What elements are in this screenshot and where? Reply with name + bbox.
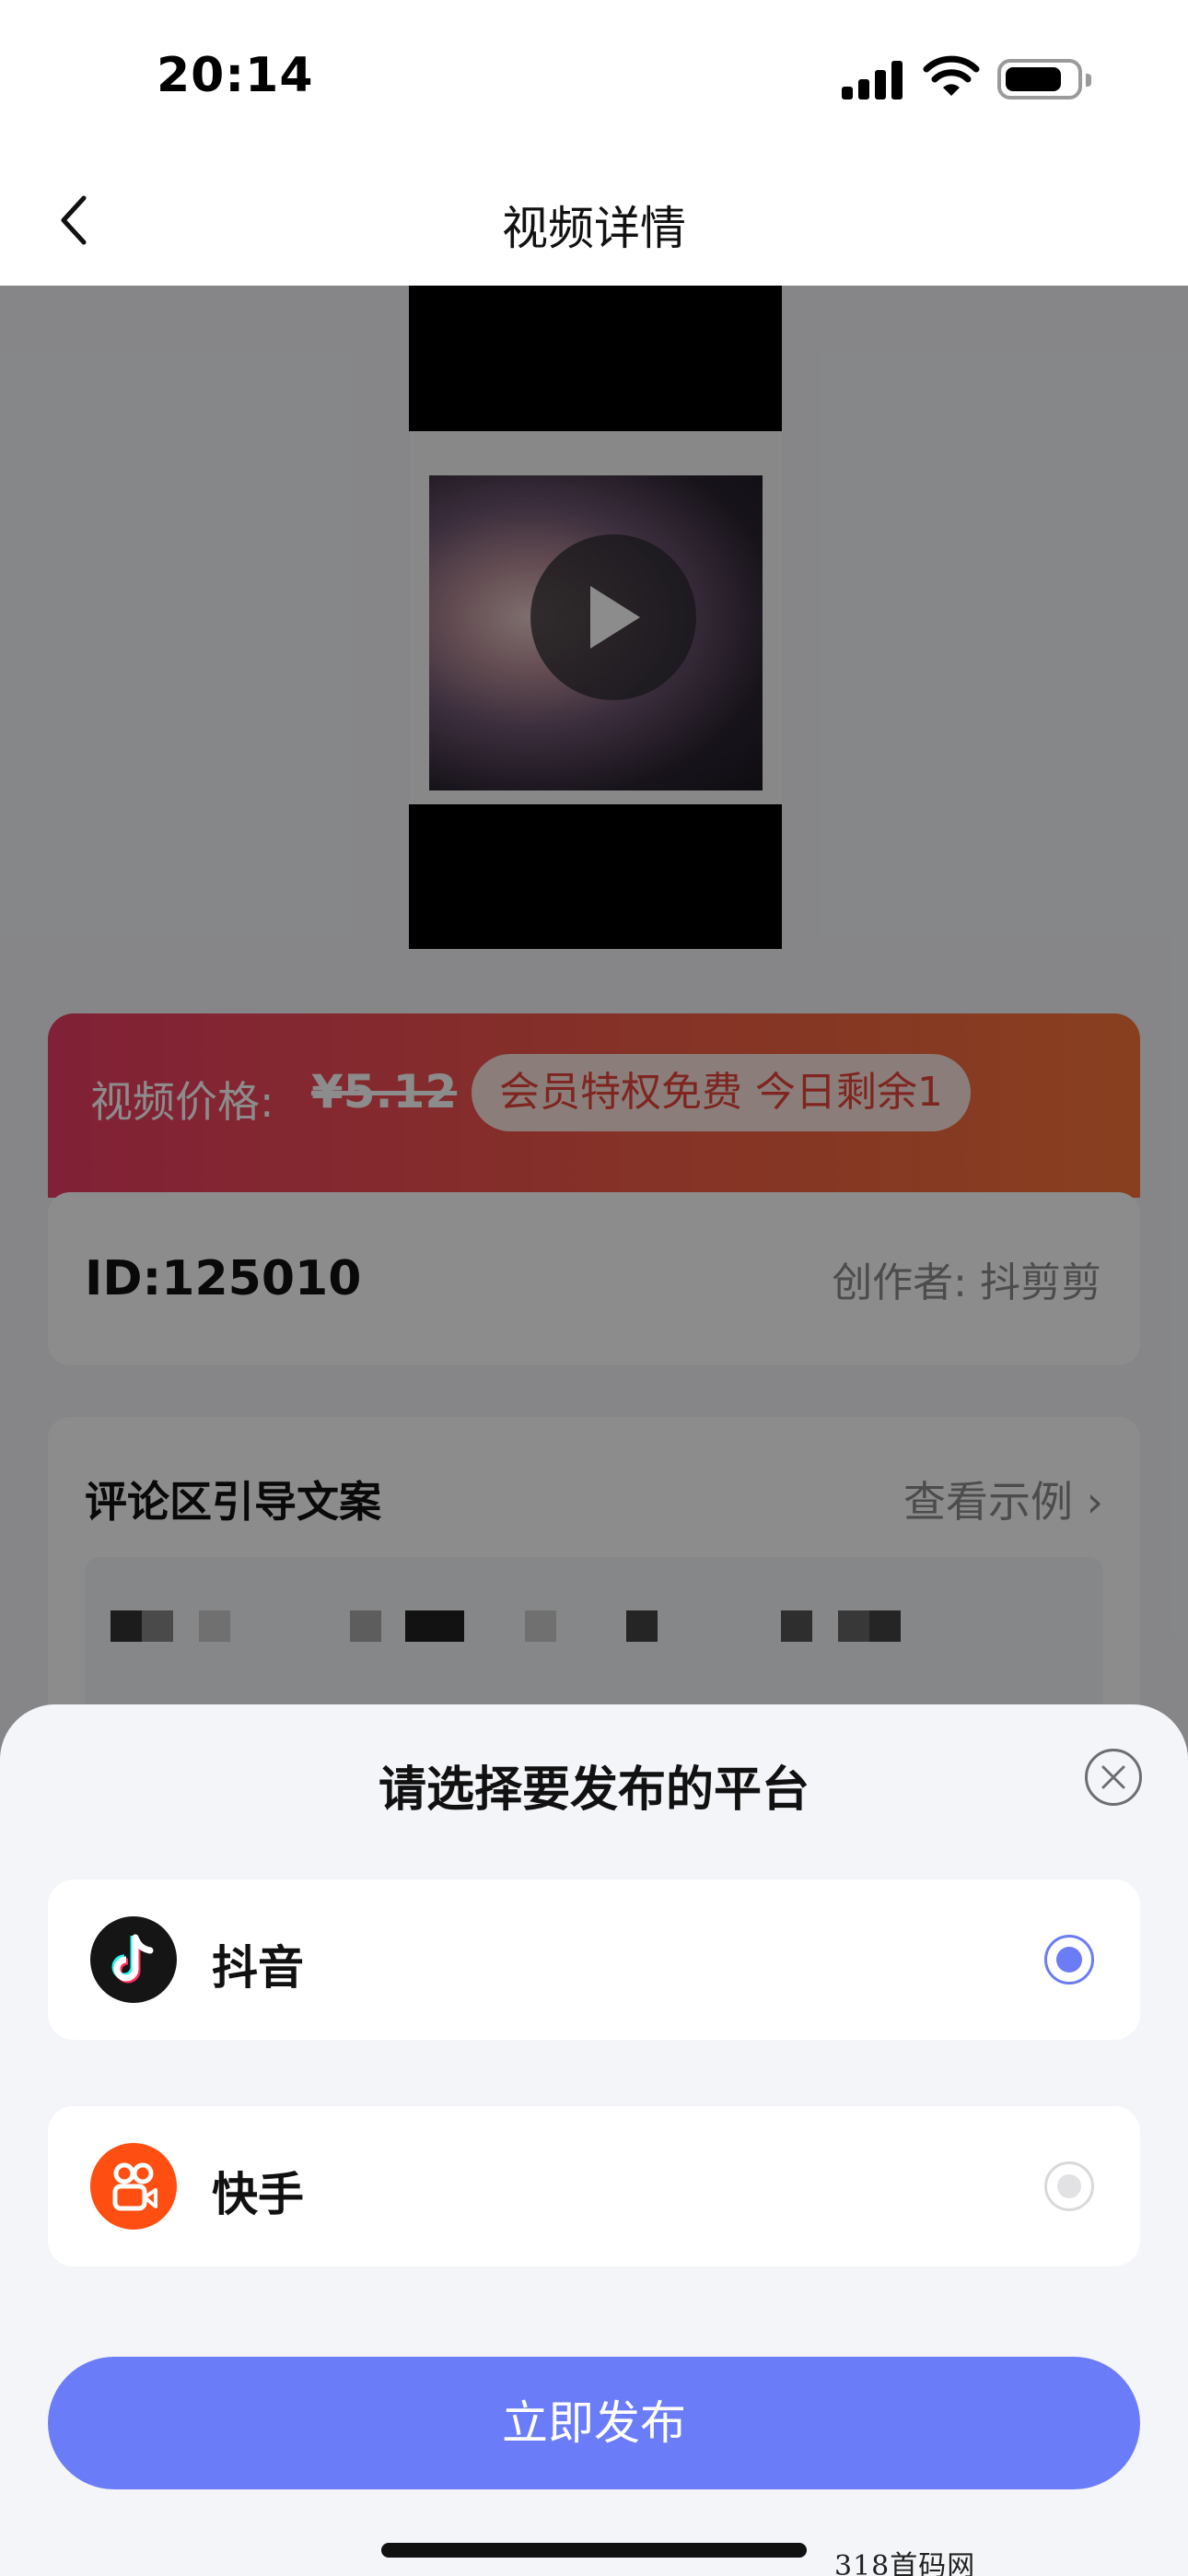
- close-icon: [1101, 1765, 1125, 1789]
- battery-icon: [997, 59, 1091, 100]
- radio-douyin-selected[interactable]: [1044, 1935, 1094, 1985]
- douyin-icon: [90, 1916, 177, 2003]
- cellular-signal-icon: [842, 61, 904, 100]
- nav-bar: 视频详情: [0, 157, 1188, 286]
- status-time: 20:14: [157, 48, 314, 103]
- sheet-title: 请选择要发布的平台: [378, 1762, 809, 1818]
- app-screen: 20:14 视频详情 视频价格: ¥5.12 会员特权免费 今日剩余1 ID:1…: [0, 0, 1188, 2576]
- status-bar: 20:14: [0, 0, 1188, 157]
- platform-label-kuaishou: 快手: [212, 2168, 304, 2221]
- home-indicator: [381, 2543, 807, 2558]
- kuaishou-icon: [90, 2143, 177, 2230]
- close-button[interactable]: [1085, 1749, 1142, 1806]
- platform-label-douyin: 抖音: [212, 1941, 304, 1995]
- publish-now-button[interactable]: 立即发布: [48, 2357, 1140, 2489]
- wifi-icon: [923, 55, 980, 96]
- page-title: 视频详情: [502, 202, 686, 255]
- platform-option-kuaishou[interactable]: 快手: [48, 2106, 1140, 2266]
- platform-select-sheet: 请选择要发布的平台 抖音 快手 立即发布: [0, 1704, 1188, 2576]
- watermark-text: 318首码网 www.e318.com: [834, 2550, 976, 2576]
- platform-option-douyin[interactable]: 抖音: [48, 1879, 1140, 2040]
- radio-kuaishou[interactable]: [1044, 2161, 1094, 2211]
